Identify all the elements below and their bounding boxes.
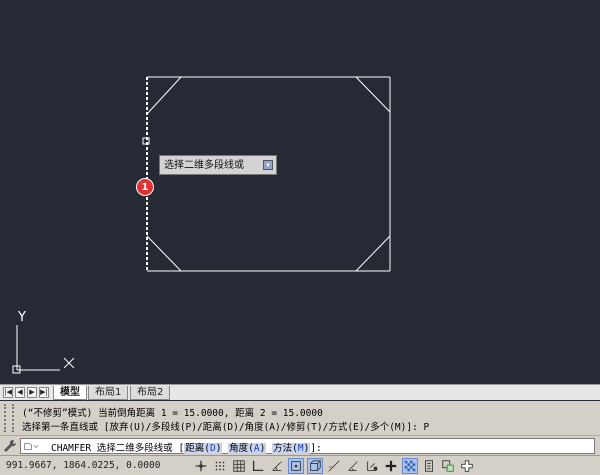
annotation-monitor-icon[interactable] — [459, 458, 475, 474]
coordinate-readout[interactable]: 991.9667, 1864.0225, 0.0000 — [6, 460, 160, 471]
tab-last-icon[interactable]: ▶| — [39, 387, 49, 398]
ucs-y-label: Y — [17, 310, 26, 325]
option-distance[interactable]: 距离(D) — [184, 443, 223, 454]
quick-properties-icon[interactable] — [421, 458, 437, 474]
tab-next-icon[interactable]: ▶ — [27, 387, 37, 398]
command-history: (“不修剪”模式) 当前倒角距离 1 = 15.0000, 距离 2 = 15.… — [0, 401, 600, 435]
dynamic-input-icon[interactable] — [364, 458, 380, 474]
grid-display-icon[interactable] — [231, 458, 247, 474]
command-prefix: CHAMFER 选择二维多段线或 [ — [51, 443, 185, 454]
tab-prev-icon[interactable]: ◀ — [15, 387, 25, 398]
transparency-icon[interactable] — [402, 458, 418, 474]
command-line: CHAMFER 选择二维多段线或 [距离(D) 角度(A) 方法(M)]: — [0, 435, 600, 455]
command-text: CHAMFER 选择二维多段线或 [距离(D) 角度(A) 方法(M)]: — [51, 440, 322, 454]
chamfer-top-right[interactable] — [355, 76, 391, 113]
history-line-2: 选择第一条直线或 [放弃(U)/多段线(P)/距离(D)/角度(A)/修剪(T)… — [22, 422, 430, 433]
command-input[interactable]: CHAMFER 选择二维多段线或 [距离(D) 角度(A) 方法(M)]: — [20, 438, 595, 454]
chamfer-top-left[interactable] — [146, 76, 182, 115]
command-prompt-icon[interactable] — [24, 441, 38, 452]
wrench-icon[interactable] — [3, 439, 17, 453]
selection-cycling-icon[interactable] — [440, 458, 456, 474]
tab-model[interactable]: 模型 — [53, 386, 87, 400]
history-line-1: (“不修剪”模式) 当前倒角距离 1 = 15.0000, 距离 2 = 15.… — [22, 408, 323, 419]
tab-layout1[interactable]: 布局1 — [88, 386, 129, 400]
dynamic-ucs-icon[interactable] — [345, 458, 361, 474]
drawing-svg[interactable]: Y — [0, 0, 600, 384]
option-method[interactable]: 方法(M) — [272, 443, 311, 454]
infer-constraints-icon[interactable] — [193, 458, 209, 474]
ucs-icon — [12, 325, 75, 374]
drawing-canvas[interactable]: Y 选择二维多段线或 ▾ 1 — [0, 0, 600, 384]
ortho-mode-icon[interactable] — [250, 458, 266, 474]
tooltip-dropdown-icon[interactable]: ▾ — [263, 160, 273, 170]
object-snap-icon[interactable] — [288, 458, 304, 474]
tab-layout2[interactable]: 布局2 — [130, 386, 171, 400]
chamfer-bottom-right[interactable] — [355, 235, 391, 272]
snap-mode-icon[interactable] — [212, 458, 228, 474]
tab-first-icon[interactable]: |◀ — [3, 387, 13, 398]
command-grip-handle[interactable] — [4, 404, 14, 432]
lineweight-icon[interactable] — [383, 458, 399, 474]
polar-tracking-icon[interactable] — [269, 458, 285, 474]
dynamic-input-tooltip: 选择二维多段线或 ▾ — [159, 155, 277, 175]
step-badge: 1 — [136, 178, 154, 196]
status-bar: 991.9667, 1864.0225, 0.0000 — [0, 455, 600, 475]
option-angle[interactable]: 角度(A) — [228, 443, 267, 454]
chamfer-bottom-left[interactable] — [146, 235, 182, 272]
command-suffix: ]: — [310, 443, 322, 454]
tooltip-text: 选择二维多段线或 — [164, 160, 244, 171]
layout-tab-bar: |◀ ◀ ▶ ▶| 模型 布局1 布局2 — [0, 384, 600, 400]
object-snap-tracking-icon[interactable] — [326, 458, 342, 474]
3d-object-snap-icon[interactable] — [307, 458, 323, 474]
